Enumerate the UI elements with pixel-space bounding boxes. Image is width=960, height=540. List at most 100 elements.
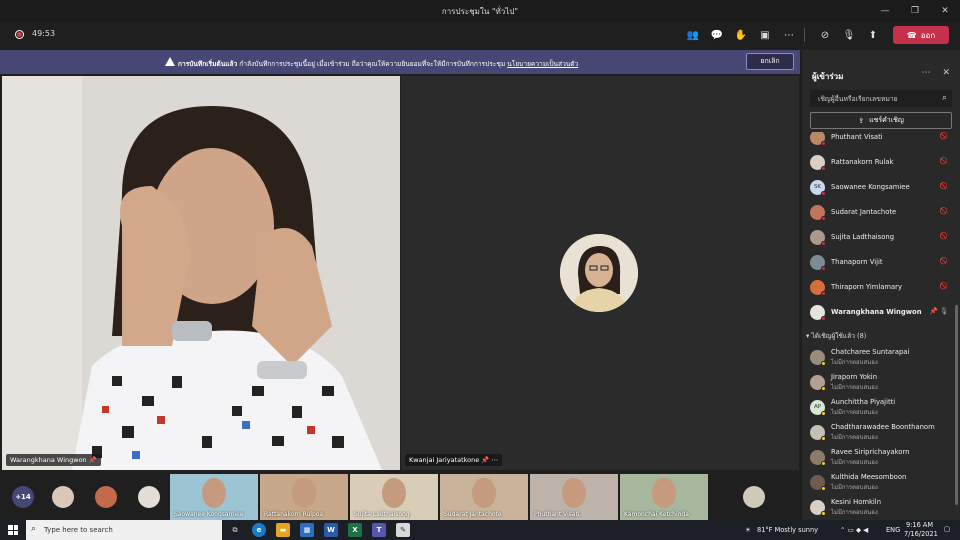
- more-participants-button[interactable]: +14: [12, 486, 34, 508]
- participant-name: Thiraporn Yimlamary: [831, 283, 902, 291]
- participant-row[interactable]: SK Saowanee Kongsamiee 🚫: [810, 176, 952, 198]
- panel-scrollbar[interactable]: [955, 305, 958, 505]
- mic-muted-icon[interactable]: 🚫: [940, 257, 948, 265]
- mic-muted-icon[interactable]: 🚫: [940, 232, 948, 240]
- windows-taskbar: ⌕ Type here to search ⧉ e ▬ ▦ W X T ✎ ☀ …: [0, 520, 960, 540]
- language-indicator[interactable]: ENG: [886, 526, 900, 534]
- strip-avatar[interactable]: [52, 486, 74, 508]
- toolbar-divider: [804, 28, 805, 42]
- participant-video: [2, 76, 400, 470]
- close-panel-icon[interactable]: ✕: [942, 68, 950, 78]
- invited-row[interactable]: Chatcharee Suntarapai ไม่มีการตอบสนอง: [810, 346, 952, 368]
- windows-start-icon[interactable]: [8, 525, 18, 535]
- invited-row[interactable]: AP Aunchittha Piyajitti ไม่มีการตอบสนอง: [810, 396, 952, 418]
- teams-icon[interactable]: T: [372, 523, 386, 537]
- thumb-face: [472, 478, 496, 508]
- word-icon[interactable]: W: [324, 523, 338, 537]
- taskbar-search-input[interactable]: ⌕ Type here to search: [26, 520, 222, 540]
- participant-row[interactable]: Warangkhana Wingwon 📌 🎙: [810, 301, 952, 323]
- invited-status: ไม่มีการตอบสนอง: [831, 508, 878, 516]
- strip-avatar[interactable]: [138, 486, 160, 508]
- leave-label: ออก: [920, 30, 936, 40]
- invited-info: Jiraporn Yokin ไม่มีการตอบสนอง: [831, 373, 878, 392]
- notification-icon[interactable]: ▢: [944, 525, 950, 533]
- mic-muted-icon[interactable]: 🚫: [940, 182, 948, 190]
- gallery-thumb[interactable]: Saowanee Kongsamiee: [170, 474, 258, 520]
- thumb-name: Kamonchai Ketchinda: [624, 511, 689, 518]
- participant-row[interactable]: Rattanakorn Rulak 🚫: [810, 151, 952, 173]
- avatar: [810, 279, 826, 296]
- strip-avatar[interactable]: [95, 486, 117, 508]
- invited-name: Kulthida Meesomboon: [831, 472, 907, 481]
- avatar: [810, 229, 826, 246]
- participant-row[interactable]: Sujita Ladthaisong 🚫: [810, 226, 952, 248]
- taskbar-search-placeholder: Type here to search: [44, 526, 113, 534]
- video-tile-second[interactable]: Kwanjai Jariyatatkone 📌 ⋯: [401, 76, 799, 470]
- clock-date[interactable]: 7/16/2021: [904, 530, 938, 538]
- invited-section-header[interactable]: ▾ ได้เชิญผู้ใช้แล้ว (8): [806, 330, 866, 341]
- participant-row[interactable]: Thiraporn Yimlamary 🚫: [810, 276, 952, 298]
- participant-row[interactable]: Thanaporn Vijit 🚫: [810, 251, 952, 273]
- gallery-thumb[interactable]: Phuthant Visati: [530, 474, 618, 520]
- participant-row[interactable]: Sudarat Jantachote 🚫: [810, 201, 952, 223]
- invite-search-input[interactable]: เชิญผู้อื่นหรือเรียกเลขหมาย ⌕: [810, 90, 952, 107]
- camera-off-icon[interactable]: ⊘: [817, 27, 833, 43]
- dismiss-button[interactable]: ยกเลิก: [746, 53, 794, 70]
- avatar: SK: [810, 179, 826, 196]
- clock-time[interactable]: 9:16 AM: [906, 521, 933, 529]
- share-screen-icon[interactable]: ⬆: [865, 27, 881, 43]
- tray-icons[interactable]: ⌃ ▭ ◆ ◀: [840, 526, 868, 534]
- more-options-icon[interactable]: ⋯: [921, 68, 930, 78]
- mic-muted-icon[interactable]: 🚫: [940, 207, 948, 215]
- pin-icon[interactable]: 📌: [89, 456, 97, 464]
- more-actions-icon[interactable]: ⋯: [781, 27, 797, 43]
- close-window-icon[interactable]: ✕: [930, 0, 960, 22]
- invited-row[interactable]: Jiraporn Yokin ไม่มีการตอบสนอง: [810, 371, 952, 393]
- minimize-icon[interactable]: —: [870, 0, 900, 22]
- invited-row[interactable]: Kulthida Meesomboon ไม่มีการตอบสนอง: [810, 471, 952, 493]
- invited-info: Kulthida Meesomboon ไม่มีการตอบสนอง: [831, 473, 906, 492]
- mic-muted-icon[interactable]: 🚫: [940, 132, 948, 140]
- tile-more-icon[interactable]: ⋯: [492, 456, 499, 464]
- rooms-icon[interactable]: ▣: [757, 27, 773, 43]
- weather-status[interactable]: 81°F Mostly sunny: [757, 526, 818, 534]
- invited-info: Aunchittha Piyajitti ไม่มีการตอบสนอง: [831, 398, 895, 417]
- strip-avatar[interactable]: [743, 486, 765, 508]
- share-invite-button[interactable]: ⇪ แชร์คำเชิญ: [810, 112, 952, 129]
- store-icon[interactable]: ▦: [300, 523, 314, 537]
- participant-name: Sudarat Jantachote: [831, 208, 897, 216]
- mic-off-icon[interactable]: 🎙: [841, 27, 857, 43]
- presence-icon: [821, 165, 826, 171]
- thumb-face: [562, 478, 586, 508]
- mic-on-icon[interactable]: 📌 🎙: [930, 307, 948, 315]
- avatar: [810, 132, 826, 146]
- gallery-thumb[interactable]: Rattanakorn Rulpoa: [260, 474, 348, 520]
- presence-icon: [821, 315, 826, 321]
- presence-icon: [821, 240, 826, 246]
- participant-row[interactable]: Phuthant Visati 🚫: [810, 132, 952, 148]
- gallery-thumb[interactable]: Sudarat Jantachote: [440, 474, 528, 520]
- edge-icon[interactable]: e: [252, 523, 266, 537]
- chat-icon[interactable]: 💬: [709, 27, 725, 43]
- excel-icon[interactable]: X: [348, 523, 362, 537]
- mic-muted-icon[interactable]: 🚫: [940, 282, 948, 290]
- maximize-icon[interactable]: ❐: [900, 0, 930, 22]
- task-view-icon[interactable]: ⧉: [228, 523, 242, 537]
- mic-muted-icon[interactable]: 🚫: [940, 157, 948, 165]
- panel-title: ผู้เข้าร่วม: [812, 72, 844, 81]
- invited-row[interactable]: Chadtharawadee Boonthanom ไม่มีการตอบสนอง: [810, 421, 952, 443]
- invited-row[interactable]: Ravee Siriprichayakorn ไม่มีการตอบสนอง: [810, 446, 952, 468]
- invited-info: Chadtharawadee Boonthanom ไม่มีการตอบสนอง: [831, 423, 935, 442]
- gallery-thumb[interactable]: Sujita Ladthaisong: [350, 474, 438, 520]
- gallery-thumb[interactable]: Kamonchai Ketchinda: [620, 474, 708, 520]
- invited-row[interactable]: Kesini Homkiln ไม่มีการตอบสนอง: [810, 496, 952, 518]
- participants-icon[interactable]: 👥: [685, 27, 701, 43]
- leave-button[interactable]: ☎ ออก: [893, 26, 949, 44]
- presence-icon: [821, 140, 826, 146]
- video-tile-main[interactable]: Warangkhana Wingwon 📌: [2, 76, 400, 470]
- file-explorer-icon[interactable]: ▬: [276, 523, 290, 537]
- pin-icon[interactable]: 📌: [481, 456, 489, 464]
- paint-icon[interactable]: ✎: [396, 523, 410, 537]
- reactions-icon[interactable]: ✋: [733, 27, 749, 43]
- privacy-link[interactable]: นโยบายความเป็นส่วนตัว: [507, 60, 578, 68]
